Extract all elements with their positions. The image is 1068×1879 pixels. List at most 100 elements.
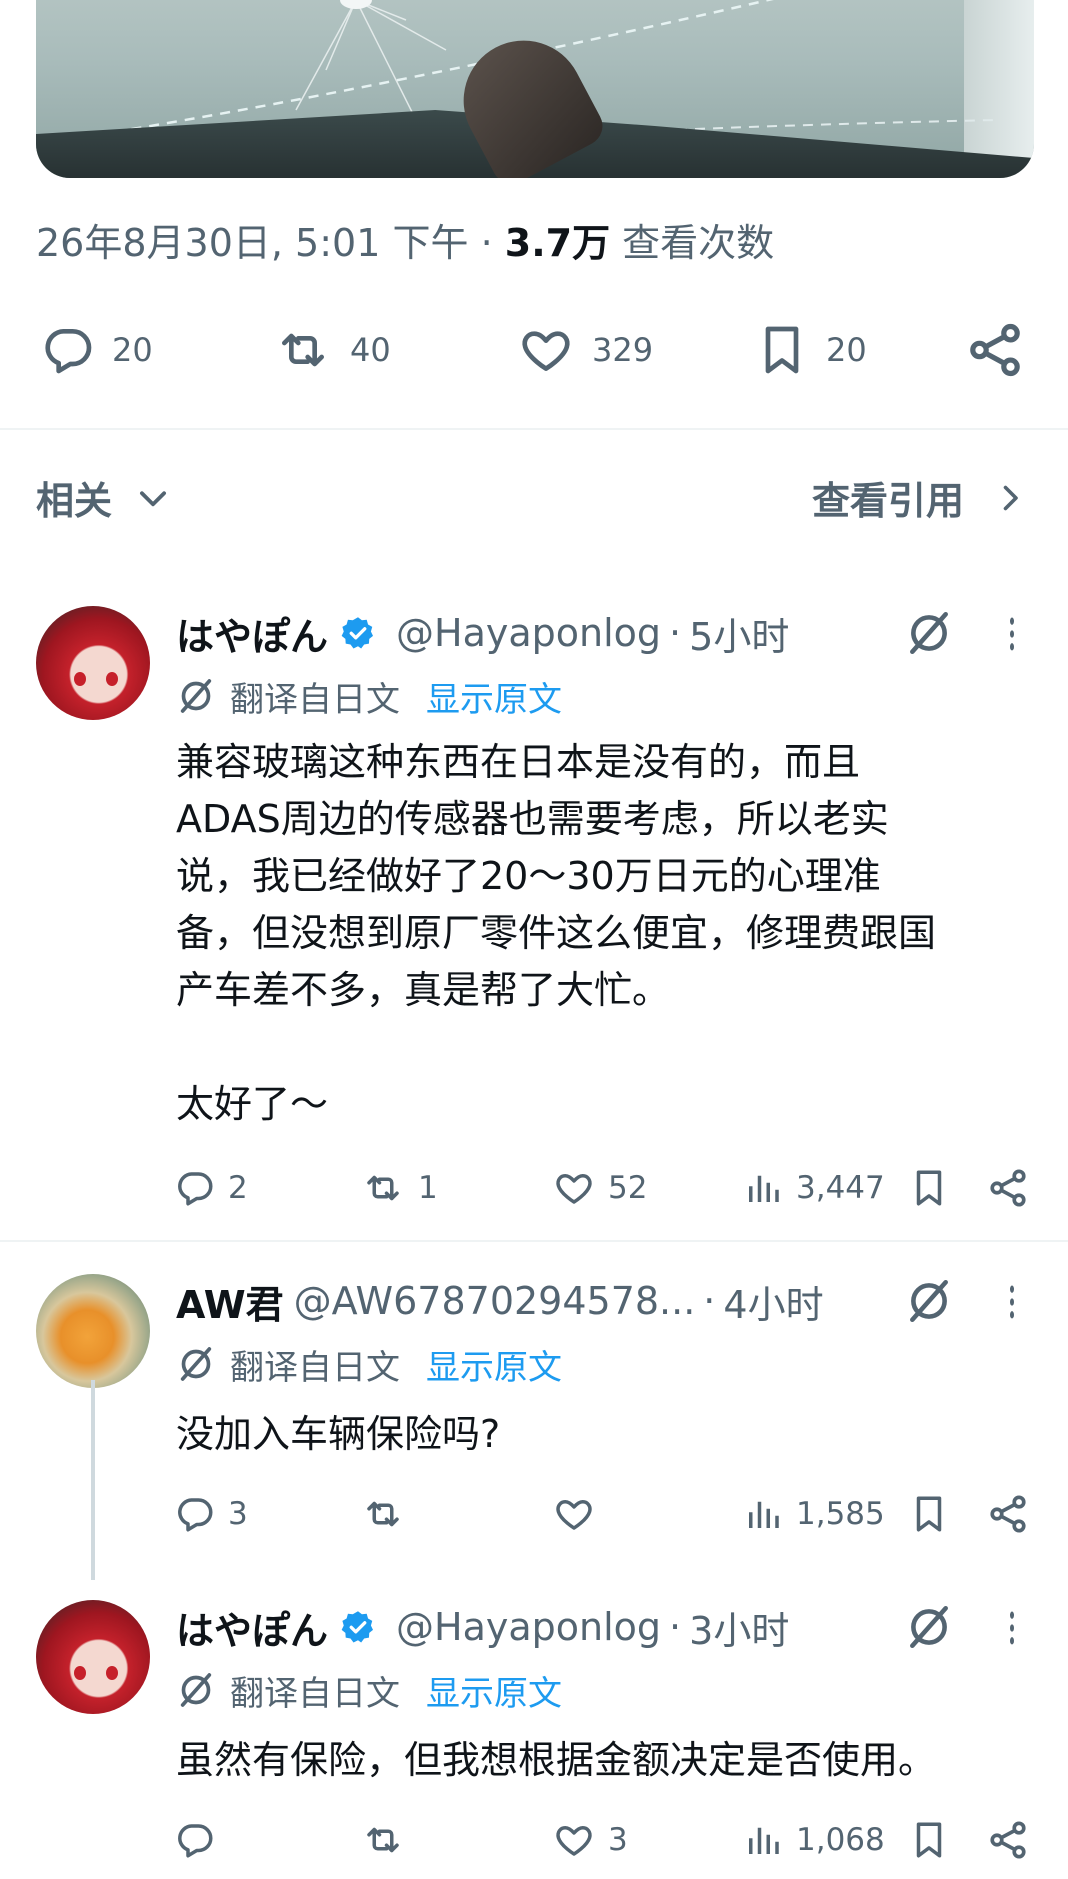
like-button[interactable]: 329 xyxy=(516,310,653,390)
retweet-icon xyxy=(360,1819,406,1861)
tweet-text: 没加入车辆保险吗? xyxy=(176,1406,1036,1463)
avatar[interactable] xyxy=(36,606,150,720)
translation-line: 翻译自日文 显示原文 xyxy=(176,1340,562,1388)
reply-button[interactable]: 2 xyxy=(174,1158,248,1218)
like-button[interactable] xyxy=(552,1484,596,1544)
bookmark-button[interactable]: 20 xyxy=(754,310,867,390)
bookmark-button[interactable] xyxy=(908,1484,950,1544)
reply-button[interactable]: 20 xyxy=(40,310,153,390)
tweet-meta: 26年8月30日, 5:01 下午 · 3.7万 查看次数 xyxy=(36,212,774,267)
translated-label: 翻译自日文 xyxy=(230,679,400,720)
text-line: ADAS周边的传感器也需要考虑，所以老实 xyxy=(176,797,889,841)
reply-button[interactable]: 3 xyxy=(174,1484,248,1544)
retweet-icon xyxy=(272,322,334,378)
meta-separator: · xyxy=(480,221,493,265)
bookmark-button[interactable] xyxy=(908,1158,950,1218)
reply-count: 20 xyxy=(112,331,153,369)
more-options-icon[interactable] xyxy=(1000,612,1024,656)
display-name[interactable]: はやぽん xyxy=(176,1600,328,1655)
translate-icon xyxy=(176,676,216,716)
show-original-link[interactable]: 显示原文 xyxy=(426,1340,562,1389)
views-count: 3.7万 xyxy=(504,221,611,265)
tweet-stats: 2 1 52 3,447 xyxy=(0,1158,1068,1218)
retweet-count: 40 xyxy=(350,331,391,369)
grok-icon[interactable] xyxy=(904,1276,954,1326)
view-quotes-link[interactable]: 查看引用 xyxy=(812,470,1028,525)
heart-icon xyxy=(552,1819,596,1861)
bookmark-icon xyxy=(754,321,810,379)
heart-icon xyxy=(552,1167,596,1209)
display-name[interactable]: AW君 xyxy=(176,1274,284,1329)
views-button[interactable]: 1,068 xyxy=(742,1810,885,1870)
view-quotes-label: 查看引用 xyxy=(811,479,964,523)
show-original-link[interactable]: 显示原文 xyxy=(426,1666,562,1715)
reply-icon xyxy=(174,1167,216,1209)
display-name[interactable]: はやぽん xyxy=(176,606,328,661)
tweet-header: はやぽん @Hayaponlog · 3小时 xyxy=(176,1600,789,1655)
share-button[interactable] xyxy=(986,1158,1030,1218)
user-handle[interactable]: @AW67870294578... xyxy=(294,1279,696,1323)
bookmark-icon xyxy=(908,1166,950,1210)
more-options-icon[interactable] xyxy=(1000,1280,1024,1324)
views-button[interactable]: 3,447 xyxy=(742,1158,885,1218)
text-line: 太好了～ xyxy=(176,1082,329,1126)
text-line: 没加入车辆保险吗? xyxy=(176,1412,501,1456)
translation-line: 翻译自日文 显示原文 xyxy=(176,1666,562,1714)
retweet-count: 1 xyxy=(418,1170,438,1206)
avatar[interactable] xyxy=(36,1600,150,1714)
like-count: 52 xyxy=(608,1170,648,1206)
retweet-button[interactable]: 1 xyxy=(360,1158,438,1218)
verified-badge-icon xyxy=(340,1609,376,1645)
grok-icon[interactable] xyxy=(904,608,954,658)
share-icon xyxy=(986,1818,1030,1862)
retweet-button[interactable] xyxy=(360,1810,406,1870)
share-icon xyxy=(964,319,1026,381)
bookmark-icon xyxy=(908,1818,950,1862)
share-icon xyxy=(986,1492,1030,1536)
retweet-button[interactable]: 40 xyxy=(272,310,391,390)
tweet-time[interactable]: 4小时 xyxy=(723,1274,823,1329)
heart-icon xyxy=(516,322,576,378)
text-line: 虽然有保险，但我想根据金额决定是否使用。 xyxy=(176,1738,937,1782)
bar-chart-icon xyxy=(742,1493,784,1535)
related-dropdown[interactable]: 相关 xyxy=(36,470,172,525)
avatar[interactable] xyxy=(36,1274,150,1388)
tweet-text: 兼容玻璃这种东西在日本是没有的，而且 ADAS周边的传感器也需要考虑，所以老实 … xyxy=(176,734,1036,1133)
share-button[interactable] xyxy=(986,1484,1030,1544)
tweet-timestamp[interactable]: 26年8月30日, 5:01 下午 xyxy=(36,221,468,265)
translate-icon xyxy=(176,1344,216,1384)
reply-icon xyxy=(40,322,96,378)
user-handle[interactable]: @Hayaponlog xyxy=(396,1605,661,1649)
bar-chart-icon xyxy=(742,1167,784,1209)
reply-button[interactable] xyxy=(174,1810,216,1870)
like-count: 3 xyxy=(608,1822,628,1858)
tweet-photo[interactable] xyxy=(36,0,1034,178)
more-options-icon[interactable] xyxy=(1000,1606,1024,1650)
views-count: 1,585 xyxy=(796,1496,885,1532)
like-count: 329 xyxy=(592,331,654,369)
header-separator: · xyxy=(669,611,682,655)
tweet-stats: 3 1,585 xyxy=(0,1484,1068,1544)
reply-count: 3 xyxy=(228,1496,248,1532)
show-original-link[interactable]: 显示原文 xyxy=(426,672,562,721)
bookmark-button[interactable] xyxy=(908,1810,950,1870)
share-icon xyxy=(986,1166,1030,1210)
tweet-time[interactable]: 3小时 xyxy=(689,1600,789,1655)
translated-label: 翻译自日文 xyxy=(230,1347,400,1388)
header-separator: · xyxy=(703,1279,716,1323)
user-handle[interactable]: @Hayaponlog xyxy=(396,611,661,655)
tweet-time[interactable]: 5小时 xyxy=(689,606,789,661)
retweet-icon xyxy=(360,1167,406,1209)
views-button[interactable]: 1,585 xyxy=(742,1484,885,1544)
translation-line: 翻译自日文 显示原文 xyxy=(176,672,562,720)
text-line: 兼容玻璃这种东西在日本是没有的，而且 xyxy=(176,740,861,784)
tweet-header: AW君 @AW67870294578... · 4小时 xyxy=(176,1274,824,1329)
like-button[interactable]: 3 xyxy=(552,1810,628,1870)
grok-icon[interactable] xyxy=(904,1602,954,1652)
section-divider xyxy=(0,428,1068,430)
share-button[interactable] xyxy=(986,1810,1030,1870)
retweet-button[interactable] xyxy=(360,1484,406,1544)
views-count: 1,068 xyxy=(796,1822,885,1858)
share-button[interactable] xyxy=(964,310,1026,390)
like-button[interactable]: 52 xyxy=(552,1158,647,1218)
